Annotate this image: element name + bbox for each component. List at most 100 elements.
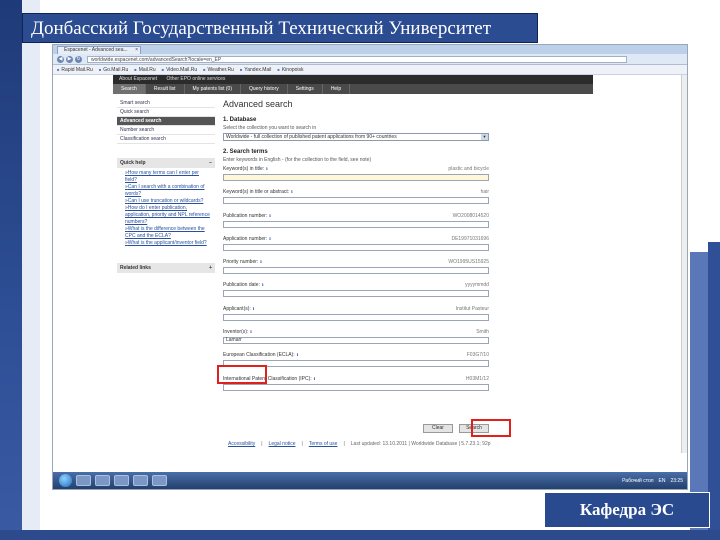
footer-link[interactable]: Terms of use (309, 441, 338, 447)
collapse-icon[interactable]: − (209, 160, 212, 166)
top-link[interactable]: Other EPO online services (166, 76, 225, 82)
ipc-input[interactable] (223, 383, 489, 391)
field-application-number: Application number: ℹ DE19971031696 (223, 233, 489, 256)
menu-advanced-search[interactable]: Advanced search (117, 117, 215, 126)
close-icon[interactable]: × (135, 47, 138, 54)
chevron-down-icon[interactable]: ▼ (481, 134, 488, 140)
field-title: Keyword(s) in title: ℹ plastic and bicycl… (223, 163, 489, 186)
bookmark[interactable]: Yandex.Mail (240, 67, 271, 73)
footer-link[interactable]: Accessibility (228, 441, 255, 447)
taskbar-app-icon[interactable] (133, 475, 148, 486)
database-select[interactable]: Worldwide - full collection of published… (223, 133, 489, 141)
bookmark[interactable]: Rapid Mail.Ru (57, 67, 92, 73)
taskbar-app-icon[interactable] (152, 475, 167, 486)
field-applicant: Applicant(s): ℹ Institut Pasteur (223, 303, 489, 326)
top-link[interactable]: About Espacenet (119, 76, 157, 82)
related-links-header[interactable]: Related links + (117, 263, 215, 273)
nav-help[interactable]: Help (323, 84, 351, 94)
taskbar-app-icon[interactable] (114, 475, 129, 486)
start-button[interactable] (59, 474, 72, 487)
help-link[interactable]: Can I search with a combination of words… (125, 184, 212, 198)
field-label: Publication date: (223, 282, 260, 289)
info-icon[interactable]: ℹ (260, 259, 262, 264)
bookmark[interactable]: Kinopoisk (277, 67, 304, 73)
forward-icon[interactable]: ▶ (66, 56, 73, 63)
help-link[interactable]: What is the applicant/inventor field? (125, 240, 212, 247)
windows-taskbar: Рабочий стол EN 23:25 (53, 472, 687, 489)
advanced-search-form: Advanced search 1. Database Select the c… (217, 99, 511, 437)
info-icon[interactable]: ℹ (266, 166, 268, 171)
nav-my-patents[interactable]: My patents list (0) (185, 84, 241, 94)
info-icon[interactable]: ℹ (314, 376, 316, 381)
tray-lang[interactable]: EN (659, 478, 666, 484)
help-link[interactable]: Can I use truncation or wildcards? (125, 198, 212, 205)
info-icon[interactable]: ℹ (291, 189, 293, 194)
menu-number-search[interactable]: Number search (117, 126, 215, 135)
bookmark[interactable]: Weather.Ru (203, 67, 234, 73)
field-label: Priority number: (223, 259, 259, 266)
info-icon[interactable]: ℹ (253, 306, 255, 311)
slide-bottom-stripe (0, 530, 720, 540)
info-icon[interactable]: ℹ (262, 282, 264, 287)
info-icon[interactable]: ℹ (297, 352, 299, 357)
priority-number-input[interactable] (223, 267, 489, 275)
nav-result-list[interactable]: Result list (146, 84, 185, 94)
help-link[interactable]: What is the difference between the CPC a… (125, 226, 212, 240)
slide-left-bar (0, 0, 22, 540)
application-number-input[interactable] (223, 243, 489, 251)
bookmark[interactable]: Go.Mail.Ru (99, 67, 128, 73)
field-label: Inventor(s): (223, 329, 249, 336)
database-selected: Worldwide - full collection of published… (226, 134, 397, 140)
menu-smart-search[interactable]: Smart search (117, 99, 215, 108)
back-icon[interactable]: ◀ (57, 56, 64, 63)
field-example: hair (480, 189, 489, 196)
bookmark[interactable]: Video.Mail.Ru (162, 67, 197, 73)
title-abstract-input[interactable] (223, 197, 489, 205)
system-tray: Рабочий стол EN 23:25 (622, 478, 683, 484)
search-terms-title: 2. Search terms (223, 149, 268, 155)
info-icon[interactable]: ℹ (269, 236, 271, 241)
field-example: yyyymmdd (465, 282, 489, 289)
reload-icon[interactable]: ↻ (75, 56, 82, 63)
slide-right-accent (690, 252, 708, 532)
bookmark[interactable]: Mail.Ru (134, 67, 156, 73)
field-example: Institut Pasteur (455, 305, 489, 312)
nav-search[interactable]: Search (113, 84, 146, 94)
slide-footer: Кафедра ЭС (544, 492, 710, 528)
field-priority-number: Priority number: ℹ WO1995US15925 (223, 256, 489, 279)
field-label: Keyword(s) in title or abstract: (223, 189, 290, 196)
info-icon[interactable]: ℹ (250, 329, 252, 334)
quick-help-header[interactable]: Quick help − (117, 158, 215, 168)
title-input[interactable] (223, 174, 489, 181)
expand-icon[interactable]: + (209, 265, 212, 271)
footer-link[interactable]: Legal notice (269, 441, 296, 447)
clear-button[interactable]: Clear (423, 424, 453, 433)
info-icon[interactable]: ℹ (269, 213, 271, 218)
help-link[interactable]: How do I enter publication, application,… (125, 205, 212, 226)
screenshot-window: Espacenet - Advanced sea... × ◀ ▶ ↻ worl… (52, 44, 688, 490)
applicant-input[interactable] (223, 313, 489, 321)
taskbar-app-icon[interactable] (76, 475, 91, 486)
inventor-input[interactable]: Lamarr (223, 337, 489, 345)
url-input[interactable]: worldwide.espacenet.com/advancedSearch?l… (87, 56, 627, 63)
browser-tab[interactable]: Espacenet - Advanced sea... × (57, 46, 141, 54)
taskbar-app-icon[interactable] (95, 475, 110, 486)
quick-help-title: Quick help (120, 160, 146, 166)
publication-number-input[interactable] (223, 220, 489, 228)
field-label: Publication number: (223, 212, 268, 219)
menu-quick-search[interactable]: Quick search (117, 108, 215, 117)
nav-settings[interactable]: Settings (288, 84, 323, 94)
menu-classification-search[interactable]: Classification search (117, 135, 215, 144)
field-label: Keyword(s) in title: (223, 166, 265, 172)
publication-date-input[interactable] (223, 290, 489, 298)
tray-clock[interactable]: 23:25 (670, 478, 683, 484)
site-footer: Accessibility | Legal notice | Terms of … (228, 441, 491, 447)
address-bar: ◀ ▶ ↻ worldwide.espacenet.com/advancedSe… (53, 54, 687, 65)
tab-title: Espacenet - Advanced sea... (64, 47, 128, 53)
page-scrollbar[interactable] (681, 75, 687, 453)
slide-right-bar (708, 242, 720, 532)
help-link[interactable]: How many terms can I enter per field? (125, 170, 212, 184)
field-label: Application number: (223, 235, 268, 242)
tray-text[interactable]: Рабочий стол (622, 478, 653, 484)
nav-query-history[interactable]: Query history (241, 84, 288, 94)
